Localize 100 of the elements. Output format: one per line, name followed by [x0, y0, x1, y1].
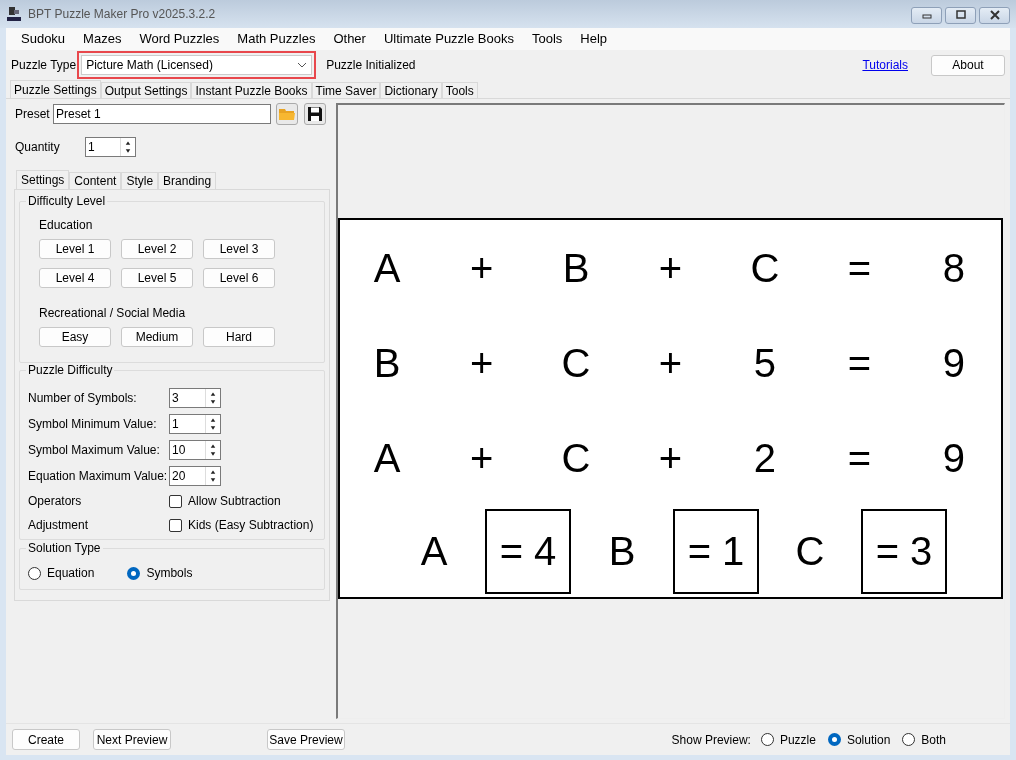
radio-button[interactable] — [902, 733, 916, 746]
status-text: Puzzle Initialized — [326, 57, 416, 74]
number-spinner[interactable]: 3 — [169, 388, 221, 408]
equation-term: + — [657, 339, 684, 386]
difficulty-button[interactable]: Hard — [203, 327, 275, 347]
equation-term: A — [372, 434, 402, 481]
difficulty-button[interactable]: Level 6 — [203, 268, 275, 288]
equation-term: 2 — [752, 434, 778, 481]
menu-item[interactable]: Sudoku — [12, 29, 75, 49]
equation-term: 9 — [941, 339, 966, 386]
tutorials-link[interactable]: Tutorials — [862, 56, 908, 74]
action-button[interactable]: Save Preview — [267, 729, 345, 750]
maximize-button[interactable] — [945, 6, 976, 24]
field-label: Adjustment — [28, 517, 90, 534]
radio-button[interactable] — [127, 566, 141, 580]
group-label: Recreational / Social Media — [39, 305, 187, 320]
equation-term: 5 — [752, 339, 778, 386]
radio-button[interactable] — [827, 733, 841, 746]
equation-term: 9 — [941, 434, 966, 481]
field-label: Number of Symbols: — [28, 390, 138, 407]
answer-box: = 3 — [861, 508, 947, 594]
difficulty-button[interactable]: Level 2 — [121, 239, 193, 259]
tab[interactable]: Instant Puzzle Books — [191, 82, 312, 98]
tab[interactable]: Content — [69, 172, 122, 189]
radio-label: Symbols — [146, 565, 193, 582]
radio-button[interactable] — [760, 733, 774, 746]
difficulty-button[interactable]: Level 5 — [121, 268, 193, 288]
menu-item[interactable]: Mazes — [74, 29, 131, 49]
menu-item[interactable]: Help — [571, 29, 617, 49]
number-spinner[interactable]: 1 — [169, 414, 221, 434]
difficulty-button[interactable]: Medium — [121, 327, 193, 347]
action-button[interactable]: Create — [12, 729, 80, 750]
equation-term: = — [846, 434, 873, 481]
answer-box: = 1 — [673, 508, 759, 594]
radio-button[interactable] — [28, 566, 41, 580]
equation-term: C — [749, 244, 781, 291]
quantity-spinner[interactable]: 1 — [85, 137, 136, 157]
menu-item[interactable]: Ultimate Puzzle Books — [374, 29, 523, 49]
menu-item[interactable]: Math Puzzles — [228, 29, 325, 49]
action-button[interactable]: Next Preview — [93, 729, 171, 750]
equation-term: C — [560, 434, 592, 481]
equation-term: + — [468, 339, 495, 386]
save-button[interactable] — [304, 103, 326, 125]
field-label: Show Preview: — [671, 731, 751, 749]
checkbox-label: Kids (Easy Subtraction) — [188, 517, 314, 534]
number-spinner[interactable]: 10 — [169, 440, 221, 460]
field-label: Operators — [28, 493, 83, 510]
equation-term: C — [560, 339, 592, 386]
field-label: Equation Maximum Value: — [28, 468, 169, 485]
equation-term: + — [468, 244, 495, 291]
number-spinner[interactable]: 20 — [169, 466, 221, 486]
field-label: Symbol Maximum Value: — [28, 442, 161, 459]
equation-term: A — [372, 244, 402, 291]
equation-term: + — [468, 434, 495, 481]
radio-label: Puzzle — [779, 731, 816, 749]
folder-icon — [278, 107, 296, 121]
equation-term: 8 — [941, 244, 966, 291]
tab[interactable]: Time Saver — [311, 82, 381, 98]
maximize-icon — [954, 10, 967, 20]
tab[interactable]: Output Settings — [100, 82, 192, 98]
tab[interactable]: Dictionary — [380, 82, 442, 98]
symbol-letter: B — [607, 528, 637, 575]
field-label: Symbol Minimum Value: — [28, 416, 158, 433]
minimize-button[interactable] — [911, 6, 942, 24]
symbol-letter: A — [419, 528, 449, 575]
checkbox[interactable] — [169, 518, 182, 532]
difficulty-button[interactable]: Level 1 — [39, 239, 111, 259]
difficulty-button[interactable]: Easy — [39, 327, 111, 347]
menu-item[interactable]: Tools — [523, 29, 572, 49]
close-button[interactable] — [979, 6, 1010, 24]
tab[interactable]: Branding — [158, 172, 217, 189]
group-title: Difficulty Level — [26, 194, 108, 208]
difficulty-button[interactable]: Level 3 — [203, 239, 275, 259]
tab[interactable]: Puzzle Settings — [10, 80, 101, 98]
about-button[interactable]: About — [931, 54, 1005, 76]
preset-field[interactable]: Preset 1 — [53, 104, 271, 124]
tab[interactable]: Settings — [16, 170, 70, 189]
equation-term: + — [657, 434, 684, 481]
group-label: Education — [39, 217, 94, 232]
tab[interactable]: Tools — [441, 82, 478, 98]
app-logo-icon — [6, 6, 22, 22]
menu-item[interactable]: Word Puzzles — [130, 29, 229, 49]
group-title: Solution Type — [26, 541, 103, 555]
window-title: BPT Puzzle Maker Pro v2025.3.2.2 — [28, 6, 216, 23]
radio-label: Equation — [47, 565, 95, 582]
answer-box: = 4 — [485, 508, 571, 594]
checkbox-label: Allow Subtraction — [188, 493, 281, 510]
puzzle-type-dropdown[interactable]: Picture Math (Licensed) — [81, 55, 313, 75]
chevron-down-icon — [297, 62, 308, 68]
menu-item[interactable]: Other — [324, 29, 375, 49]
tab[interactable]: Style — [121, 172, 159, 189]
field-label: Puzzle Type — [11, 57, 77, 74]
checkbox[interactable] — [169, 494, 182, 508]
equation-term: + — [657, 244, 684, 291]
equation-term: B — [561, 244, 591, 291]
symbol-letter: C — [794, 528, 826, 575]
group-title: Puzzle Difficulty — [26, 363, 115, 377]
field-label: Preset — [15, 106, 51, 123]
difficulty-button[interactable]: Level 4 — [39, 268, 111, 288]
equation-term: = — [846, 339, 873, 386]
